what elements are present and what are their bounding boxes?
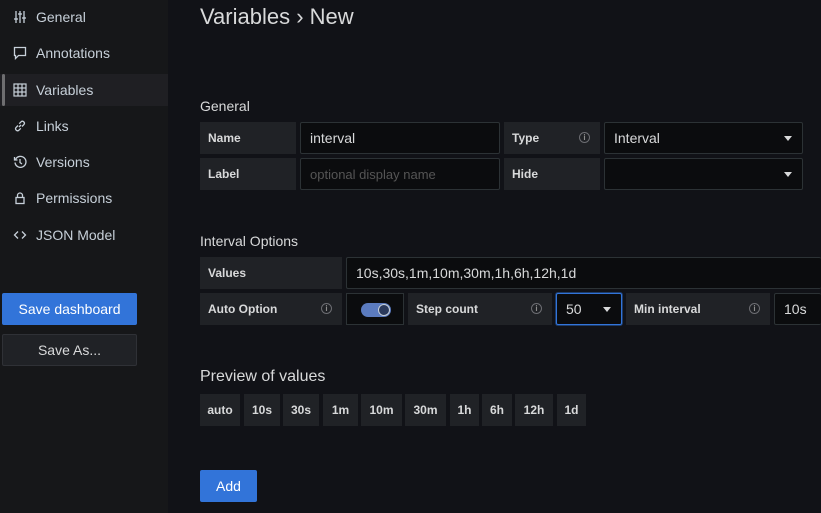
min-interval-label-text: Min interval (634, 302, 701, 316)
section-title-interval-options: Interval Options (200, 233, 299, 249)
min-interval-label: Min interval i (626, 293, 770, 325)
preview-value: 1m (323, 394, 358, 426)
min-interval-input[interactable]: 10s (774, 293, 821, 325)
section-title-general: General (200, 98, 250, 114)
save-as-button[interactable]: Save As... (2, 334, 137, 366)
info-icon[interactable]: i (321, 303, 332, 314)
info-icon[interactable]: i (749, 303, 760, 314)
hide-label: Hide (504, 158, 600, 190)
sidebar-item-versions[interactable]: Versions (0, 146, 168, 178)
auto-option-label-text: Auto Option (208, 302, 278, 316)
info-icon[interactable]: i (579, 132, 590, 143)
history-icon (12, 154, 28, 170)
type-select-value: Interval (614, 130, 660, 146)
save-dashboard-button[interactable]: Save dashboard (2, 293, 137, 325)
preview-value: 30s (283, 394, 319, 426)
sidebar-item-variables[interactable]: Variables (0, 74, 168, 106)
add-button[interactable]: Add (200, 470, 257, 502)
comment-icon (12, 45, 28, 61)
sidebar-item-label: Annotations (36, 45, 110, 61)
preview-value: 30m (405, 394, 446, 426)
chevron-down-icon (603, 307, 611, 312)
hide-select[interactable] (604, 158, 803, 190)
preview-value: 12h (515, 394, 553, 426)
settings-sidebar: General Annotations Variables Links Vers… (0, 0, 168, 513)
preview-value: 1h (450, 394, 479, 426)
auto-option-toggle-cell (346, 293, 404, 325)
sidebar-item-label: General (36, 9, 86, 25)
sidebar-item-label: JSON Model (36, 227, 116, 243)
section-title-preview: Preview of values (200, 368, 326, 385)
sliders-icon (12, 9, 28, 25)
sidebar-item-links[interactable]: Links (0, 110, 168, 142)
preview-value: 6h (482, 394, 512, 426)
sidebar-item-label: Links (36, 118, 69, 134)
step-count-label-text: Step count (416, 302, 478, 316)
preview-value: 10s (244, 394, 280, 426)
values-label: Values (200, 257, 342, 289)
calculator-icon (12, 82, 28, 98)
sidebar-item-permissions[interactable]: Permissions (0, 182, 168, 214)
code-icon (12, 227, 28, 243)
chevron-down-icon (784, 136, 792, 141)
preview-value: 10m (361, 394, 402, 426)
values-input[interactable]: 10s,30s,1m,10m,30m,1h,6h,12h,1d (346, 257, 821, 289)
sidebar-item-general[interactable]: General (0, 1, 168, 33)
step-count-label: Step count i (408, 293, 552, 325)
sidebar-item-label: Variables (36, 82, 94, 98)
sidebar-item-label: Versions (36, 154, 90, 170)
sidebar-item-json-model[interactable]: JSON Model (0, 219, 168, 251)
info-icon[interactable]: i (531, 303, 542, 314)
name-input[interactable]: interval (300, 122, 500, 154)
sidebar-item-label: Permissions (36, 190, 113, 206)
type-select[interactable]: Interval (604, 122, 803, 154)
auto-option-label: Auto Option i (200, 293, 342, 325)
name-label: Name (200, 122, 296, 154)
preview-value: 1d (557, 394, 586, 426)
label-label: Label (200, 158, 296, 190)
lock-icon (12, 190, 28, 206)
page-title: Variables › New (200, 4, 354, 29)
type-label: Type i (504, 122, 600, 154)
label-input[interactable]: optional display name (300, 158, 500, 190)
preview-value: auto (200, 394, 240, 426)
step-count-select[interactable]: 50 (556, 293, 622, 325)
chevron-down-icon (784, 172, 792, 177)
toggle-knob (378, 304, 390, 316)
auto-option-toggle[interactable] (361, 303, 391, 317)
step-count-value: 50 (566, 301, 582, 317)
type-label-text: Type (512, 131, 540, 145)
sidebar-item-annotations[interactable]: Annotations (0, 37, 168, 69)
link-icon (12, 118, 28, 134)
